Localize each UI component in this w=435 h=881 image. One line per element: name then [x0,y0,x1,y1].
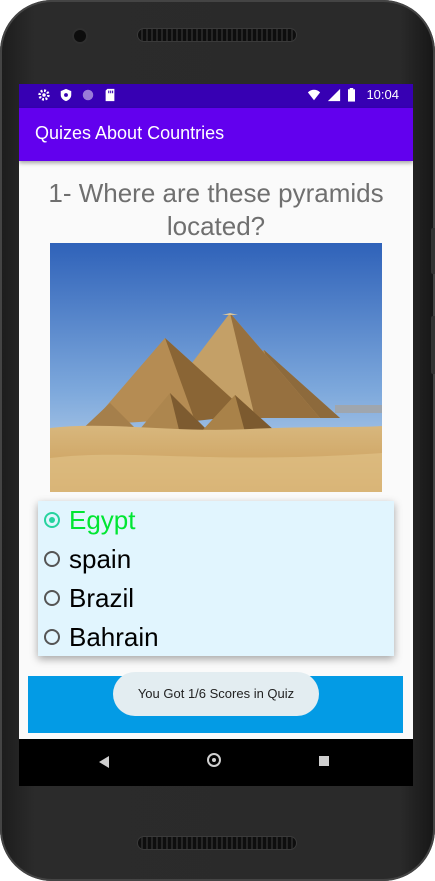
option-spain[interactable]: spain [38,540,394,578]
front-camera [74,30,86,42]
option-label: Bahrain [69,621,159,652]
radio-button[interactable] [44,590,60,606]
app-title: Quizes About Countries [35,123,225,143]
status-bar: 10:04 [19,84,413,108]
option-label: spain [69,543,132,574]
screen: 10:04 Quizes About Countries 1- Where ar… [19,84,413,786]
status-time: 10:04 [366,87,399,102]
navigation-bar [19,739,413,786]
radio-button-checked[interactable] [44,512,60,528]
score-toast: You Got 1/6 Scores in Quiz [113,672,319,716]
circle-icon [82,89,94,101]
option-brazil[interactable]: Brazil [38,579,394,617]
home-icon[interactable] [207,753,221,767]
pyramids-image [50,243,382,492]
question-text: 1- Where are these pyramids located? [19,177,413,243]
option-label: Egypt [69,504,136,535]
question-image [50,243,382,492]
option-label: Brazil [69,582,135,613]
radio-button[interactable] [44,629,60,645]
option-egypt[interactable]: Egypt [38,501,394,539]
recents-icon[interactable] [319,756,329,766]
battery-icon [348,87,356,102]
gear-icon [38,89,50,101]
back-icon[interactable] [99,756,109,768]
shield-icon [60,88,72,102]
question-line-1: 1- Where are these pyramids [48,178,384,208]
option-bahrain[interactable]: Bahrain [38,618,394,656]
question-line-2: located? [166,211,266,241]
top-speaker [138,29,296,41]
sd-card-icon [105,88,115,102]
signal-icon [328,88,341,101]
bottom-speaker [138,837,296,849]
power-button [431,316,435,374]
radio-button[interactable] [44,551,60,567]
app-bar: Quizes About Countries [19,108,413,161]
wifi-icon [308,89,321,100]
phone-frame: 10:04 Quizes About Countries 1- Where ar… [0,0,435,881]
volume-button [431,228,435,274]
answer-options: Egypt spain Brazil Bahrain [38,501,394,656]
